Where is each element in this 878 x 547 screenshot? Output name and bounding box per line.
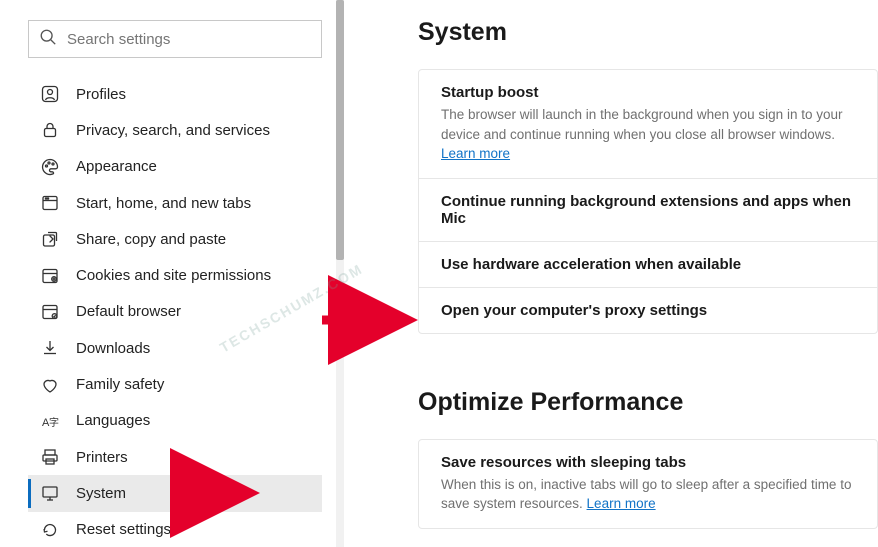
sidebar-item-printers[interactable]: Printers: [28, 439, 322, 475]
start-icon: [40, 193, 60, 213]
sidebar-item-default-browser[interactable]: Default browser: [28, 294, 322, 330]
svg-text:字: 字: [49, 416, 59, 429]
card-title: Save resources with sleeping tabs: [441, 454, 855, 471]
reset-icon: [40, 520, 60, 540]
settings-nav: Profiles Privacy, search, and services A…: [28, 76, 322, 547]
cookies-icon: [40, 266, 60, 286]
default-browser-icon: [40, 302, 60, 322]
main-content: System Startup boost The browser will la…: [344, 0, 878, 547]
sidebar-item-reset[interactable]: Reset settings: [28, 512, 322, 547]
search-input[interactable]: [67, 31, 311, 48]
lock-icon: [40, 120, 60, 140]
card-title: Use hardware acceleration when available: [441, 256, 855, 273]
section-title-optimize: Optimize Performance: [418, 388, 878, 417]
sidebar-item-label: Profiles: [76, 86, 126, 103]
settings-sidebar: Profiles Privacy, search, and services A…: [0, 0, 344, 547]
sidebar-item-label: Privacy, search, and services: [76, 122, 270, 139]
system-card-group: Startup boost The browser will launch in…: [418, 69, 878, 334]
sidebar-item-label: System: [76, 485, 126, 502]
learn-more-link[interactable]: Learn more: [587, 496, 656, 511]
optimize-card-group: Save resources with sleeping tabs When t…: [418, 439, 878, 529]
sidebar-item-family[interactable]: Family safety: [28, 366, 322, 402]
sidebar-item-downloads[interactable]: Downloads: [28, 330, 322, 366]
sidebar-item-label: Printers: [76, 449, 128, 466]
sidebar-item-appearance[interactable]: Appearance: [28, 149, 322, 185]
sidebar-item-label: Cookies and site permissions: [76, 267, 271, 284]
sidebar-item-label: Downloads: [76, 340, 150, 357]
download-icon: [40, 338, 60, 358]
palette-icon: [40, 157, 60, 177]
sidebar-scrollbar-thumb[interactable]: [336, 0, 344, 260]
languages-icon: A字: [40, 411, 60, 431]
sidebar-item-label: Share, copy and paste: [76, 231, 226, 248]
profiles-icon: [40, 84, 60, 104]
family-icon: [40, 375, 60, 395]
card-subtitle: The browser will launch in the backgroun…: [441, 105, 855, 164]
card-title: Continue running background extensions a…: [441, 193, 855, 227]
card-hardware-acceleration[interactable]: Use hardware acceleration when available: [419, 241, 877, 287]
share-icon: [40, 229, 60, 249]
sidebar-item-privacy[interactable]: Privacy, search, and services: [28, 112, 322, 148]
sidebar-item-share[interactable]: Share, copy and paste: [28, 221, 322, 257]
sidebar-item-label: Appearance: [76, 158, 157, 175]
system-icon: [40, 483, 60, 503]
card-title: Open your computer's proxy settings: [441, 302, 855, 319]
sidebar-item-system[interactable]: System: [28, 475, 322, 511]
card-background-extensions[interactable]: Continue running background extensions a…: [419, 178, 877, 241]
card-subtitle: When this is on, inactive tabs will go t…: [441, 475, 855, 514]
search-icon: [39, 28, 57, 51]
sidebar-item-label: Start, home, and new tabs: [76, 195, 251, 212]
sidebar-item-languages[interactable]: A字 Languages: [28, 403, 322, 439]
sidebar-item-label: Default browser: [76, 303, 181, 320]
section-title-system: System: [418, 18, 878, 47]
sidebar-item-label: Languages: [76, 412, 150, 429]
sidebar-item-label: Family safety: [76, 376, 164, 393]
sidebar-item-start[interactable]: Start, home, and new tabs: [28, 185, 322, 221]
card-title: Startup boost: [441, 84, 855, 101]
card-desc-text: The browser will launch in the backgroun…: [441, 107, 842, 142]
sidebar-item-profiles[interactable]: Profiles: [28, 76, 322, 112]
sidebar-item-cookies[interactable]: Cookies and site permissions: [28, 257, 322, 293]
printer-icon: [40, 447, 60, 467]
search-box[interactable]: [28, 20, 322, 58]
card-proxy-settings[interactable]: Open your computer's proxy settings: [419, 287, 877, 333]
card-sleeping-tabs[interactable]: Save resources with sleeping tabs When t…: [419, 440, 877, 528]
card-startup-boost[interactable]: Startup boost The browser will launch in…: [419, 70, 877, 178]
learn-more-link[interactable]: Learn more: [441, 146, 510, 161]
sidebar-item-label: Reset settings: [76, 521, 171, 538]
